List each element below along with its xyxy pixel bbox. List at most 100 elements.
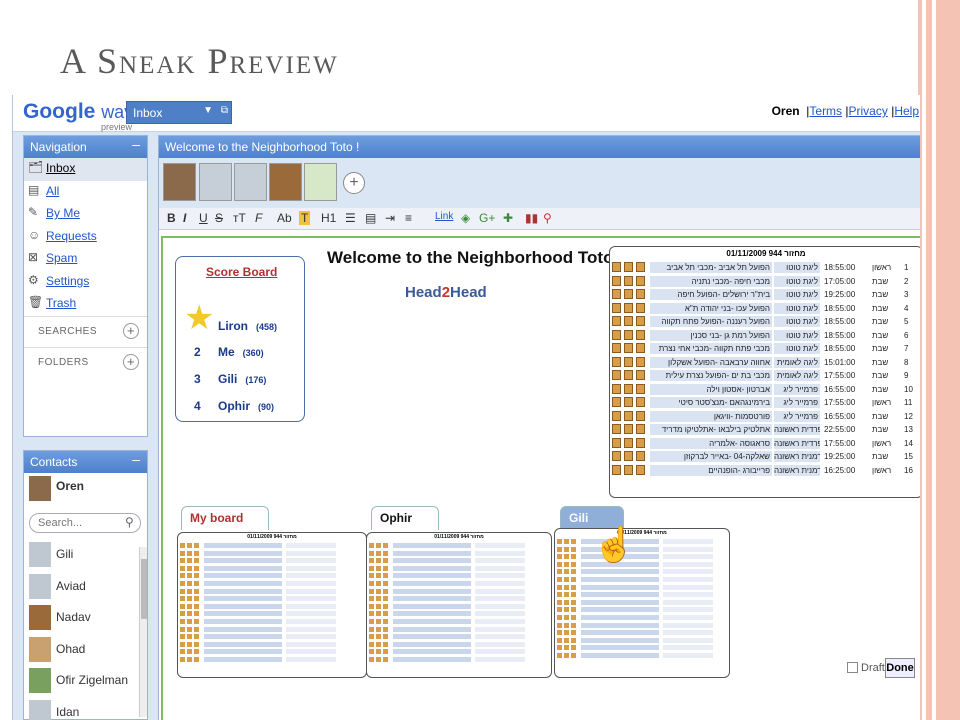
- indent-icon[interactable]: ⇥: [385, 211, 395, 225]
- pick-icon[interactable]: [612, 437, 621, 448]
- nav-item-spam[interactable]: ⊠ Spam: [24, 248, 147, 271]
- contact-item[interactable]: Ofir Zigelman: [24, 665, 147, 697]
- pick-icon[interactable]: [612, 343, 621, 353]
- pick-icon[interactable]: [624, 302, 633, 313]
- scrollbar-thumb[interactable]: [141, 559, 147, 619]
- text-color-icon[interactable]: Ab: [277, 211, 292, 225]
- pick-icon[interactable]: [624, 397, 633, 407]
- contact-me[interactable]: Oren: [24, 473, 147, 509]
- participant-avatar[interactable]: [304, 163, 337, 201]
- pick-icon[interactable]: [636, 329, 645, 340]
- pick-icon[interactable]: [612, 451, 621, 461]
- bold-icon[interactable]: B: [167, 211, 176, 225]
- pick-icon[interactable]: [624, 316, 633, 326]
- pick-icon[interactable]: [636, 289, 645, 299]
- font-size-icon[interactable]: тT: [233, 211, 246, 225]
- pick-icon[interactable]: [624, 370, 633, 380]
- heading-icon[interactable]: H1: [321, 211, 336, 225]
- pick-icon[interactable]: [636, 383, 645, 394]
- pick-icon[interactable]: [636, 464, 645, 475]
- pick-icon[interactable]: [612, 316, 621, 326]
- pick-icon[interactable]: [612, 275, 621, 286]
- pick-icon[interactable]: [624, 262, 633, 272]
- pick-icon[interactable]: [624, 289, 633, 299]
- align-icon[interactable]: ≡: [405, 211, 412, 225]
- pick-icon[interactable]: [612, 383, 621, 394]
- minimize-icon[interactable]: –: [132, 451, 140, 467]
- nav-item-all[interactable]: ▤ All: [24, 181, 147, 204]
- terms-link[interactable]: Terms: [809, 104, 842, 118]
- bullet-list-icon[interactable]: ☰: [345, 211, 356, 225]
- pick-icon[interactable]: [624, 410, 633, 421]
- add-search-icon[interactable]: +: [123, 322, 139, 339]
- pick-icon[interactable]: [636, 424, 645, 434]
- nav-item-by-me[interactable]: ✎ By Me: [24, 203, 147, 226]
- pick-icon[interactable]: [612, 262, 621, 272]
- google-plus-icon[interactable]: G+: [479, 211, 495, 225]
- pick-icon[interactable]: [624, 275, 633, 286]
- pick-icon[interactable]: [624, 451, 633, 461]
- pick-icon[interactable]: [636, 316, 645, 326]
- nav-item-requests[interactable]: ☺ Requests: [24, 226, 147, 249]
- puzzle-icon[interactable]: ✚: [503, 211, 513, 225]
- done-button[interactable]: Done: [885, 658, 915, 678]
- pick-icon[interactable]: [636, 262, 645, 272]
- participant-avatar[interactable]: [199, 163, 232, 201]
- participant-avatar[interactable]: [234, 163, 267, 201]
- font-family-icon[interactable]: F: [255, 211, 262, 225]
- contact-item[interactable]: Gili: [24, 539, 147, 571]
- underline-icon[interactable]: U: [199, 211, 208, 225]
- pick-icon[interactable]: [612, 302, 621, 313]
- pick-icon[interactable]: [612, 289, 621, 299]
- inbox-select[interactable]: Inbox ▼ ⧉: [126, 101, 232, 124]
- link-button[interactable]: Link: [435, 211, 453, 222]
- pick-icon[interactable]: [612, 397, 621, 407]
- pick-icon[interactable]: [612, 370, 621, 380]
- pick-icon[interactable]: [636, 302, 645, 313]
- pick-icon[interactable]: [624, 329, 633, 340]
- nav-item-trash[interactable]: 🗑 Trash: [24, 293, 147, 316]
- pick-icon[interactable]: [636, 370, 645, 380]
- privacy-link[interactable]: Privacy: [849, 104, 888, 118]
- italic-icon[interactable]: I: [183, 211, 186, 225]
- add-folder-icon[interactable]: +: [123, 353, 139, 370]
- tab-ophir[interactable]: Ophir: [371, 506, 439, 530]
- pick-icon[interactable]: [624, 383, 633, 394]
- add-participant-button[interactable]: +: [343, 172, 365, 194]
- pick-icon[interactable]: [612, 424, 621, 434]
- participant-avatar[interactable]: [269, 163, 302, 201]
- pick-icon[interactable]: [636, 437, 645, 448]
- contact-item[interactable]: Idan: [24, 697, 147, 720]
- pick-icon[interactable]: [624, 464, 633, 475]
- nav-item-settings[interactable]: ⚙ Settings: [24, 271, 147, 294]
- pick-icon[interactable]: [612, 410, 621, 421]
- minimize-icon[interactable]: –: [132, 136, 140, 152]
- chart-icon[interactable]: ▮▮: [525, 211, 538, 225]
- pick-icon[interactable]: [612, 329, 621, 340]
- checkbox-box[interactable]: [847, 662, 858, 673]
- pick-icon[interactable]: [636, 410, 645, 421]
- pick-icon[interactable]: [636, 451, 645, 461]
- contacts-scrollbar[interactable]: [139, 547, 147, 717]
- nav-item-inbox[interactable]: 🗂 Inbox: [24, 158, 147, 181]
- pick-icon[interactable]: [636, 343, 645, 353]
- pick-icon[interactable]: [636, 275, 645, 286]
- draft-checkbox[interactable]: Draft: [847, 662, 885, 674]
- strikethrough-icon[interactable]: S: [215, 211, 223, 225]
- help-link[interactable]: Help: [894, 104, 919, 118]
- highlight-icon[interactable]: T: [299, 211, 311, 225]
- pick-icon[interactable]: [624, 343, 633, 353]
- map-pin-icon[interactable]: ⚲: [543, 211, 552, 225]
- numbered-list-icon[interactable]: ▤: [365, 211, 376, 225]
- pick-icon[interactable]: [636, 397, 645, 407]
- pick-icon[interactable]: [624, 437, 633, 448]
- participant-avatar[interactable]: [163, 163, 196, 201]
- popout-icon[interactable]: ⧉: [221, 105, 228, 116]
- contact-item[interactable]: Nadav: [24, 602, 147, 634]
- pick-icon[interactable]: [612, 464, 621, 475]
- pick-icon[interactable]: [612, 356, 621, 367]
- contact-item[interactable]: Aviad: [24, 571, 147, 603]
- contact-item[interactable]: Ohad: [24, 634, 147, 666]
- gadget-icon[interactable]: ◈: [461, 211, 470, 225]
- tab-my-board[interactable]: My board: [181, 506, 269, 530]
